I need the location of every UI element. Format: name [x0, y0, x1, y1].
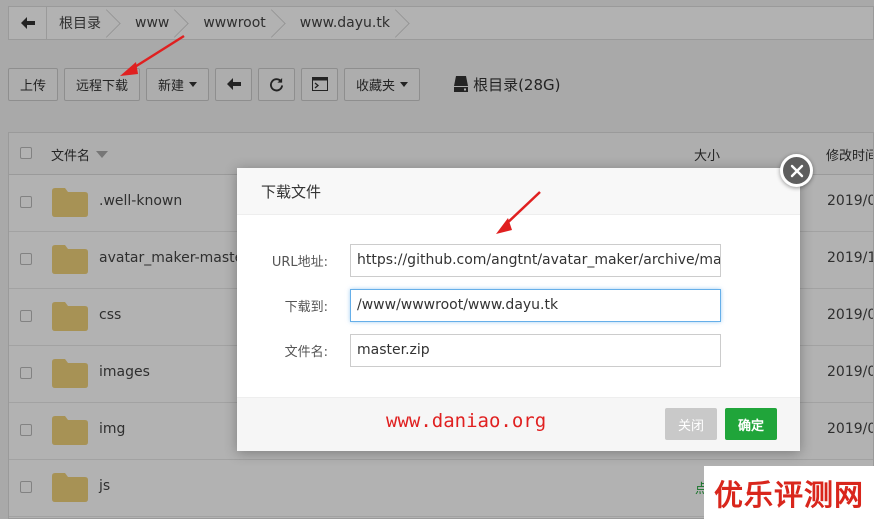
- watermark-url: www.daniao.org: [386, 410, 547, 432]
- brand-watermark: 优乐评测网: [704, 466, 874, 519]
- close-button[interactable]: 关闭: [665, 408, 717, 440]
- url-input[interactable]: https://github.com/angtnt/avatar_maker/a…: [350, 243, 721, 277]
- dialog-footer: www.daniao.org 关闭 确定: [237, 397, 800, 451]
- dest-input[interactable]: /www/wwwroot/www.dayu.tk: [350, 288, 721, 322]
- filename-label: 文件名:: [284, 344, 328, 360]
- url-label: URL地址:: [271, 254, 328, 270]
- confirm-button[interactable]: 确定: [725, 408, 777, 440]
- filename-row: 文件名: master.zip: [237, 333, 800, 367]
- dest-row: 下载到: /www/wwwroot/www.dayu.tk: [237, 288, 800, 322]
- annotation-arrow-icon: [120, 34, 185, 76]
- filename-input[interactable]: master.zip: [350, 333, 721, 367]
- dialog-close-button[interactable]: [780, 154, 813, 187]
- annotation-arrow-icon: [496, 191, 541, 234]
- close-icon: [790, 164, 803, 177]
- dest-label: 下载到:: [284, 299, 328, 315]
- url-row: URL地址: https://github.com/angtnt/avatar_…: [237, 243, 800, 277]
